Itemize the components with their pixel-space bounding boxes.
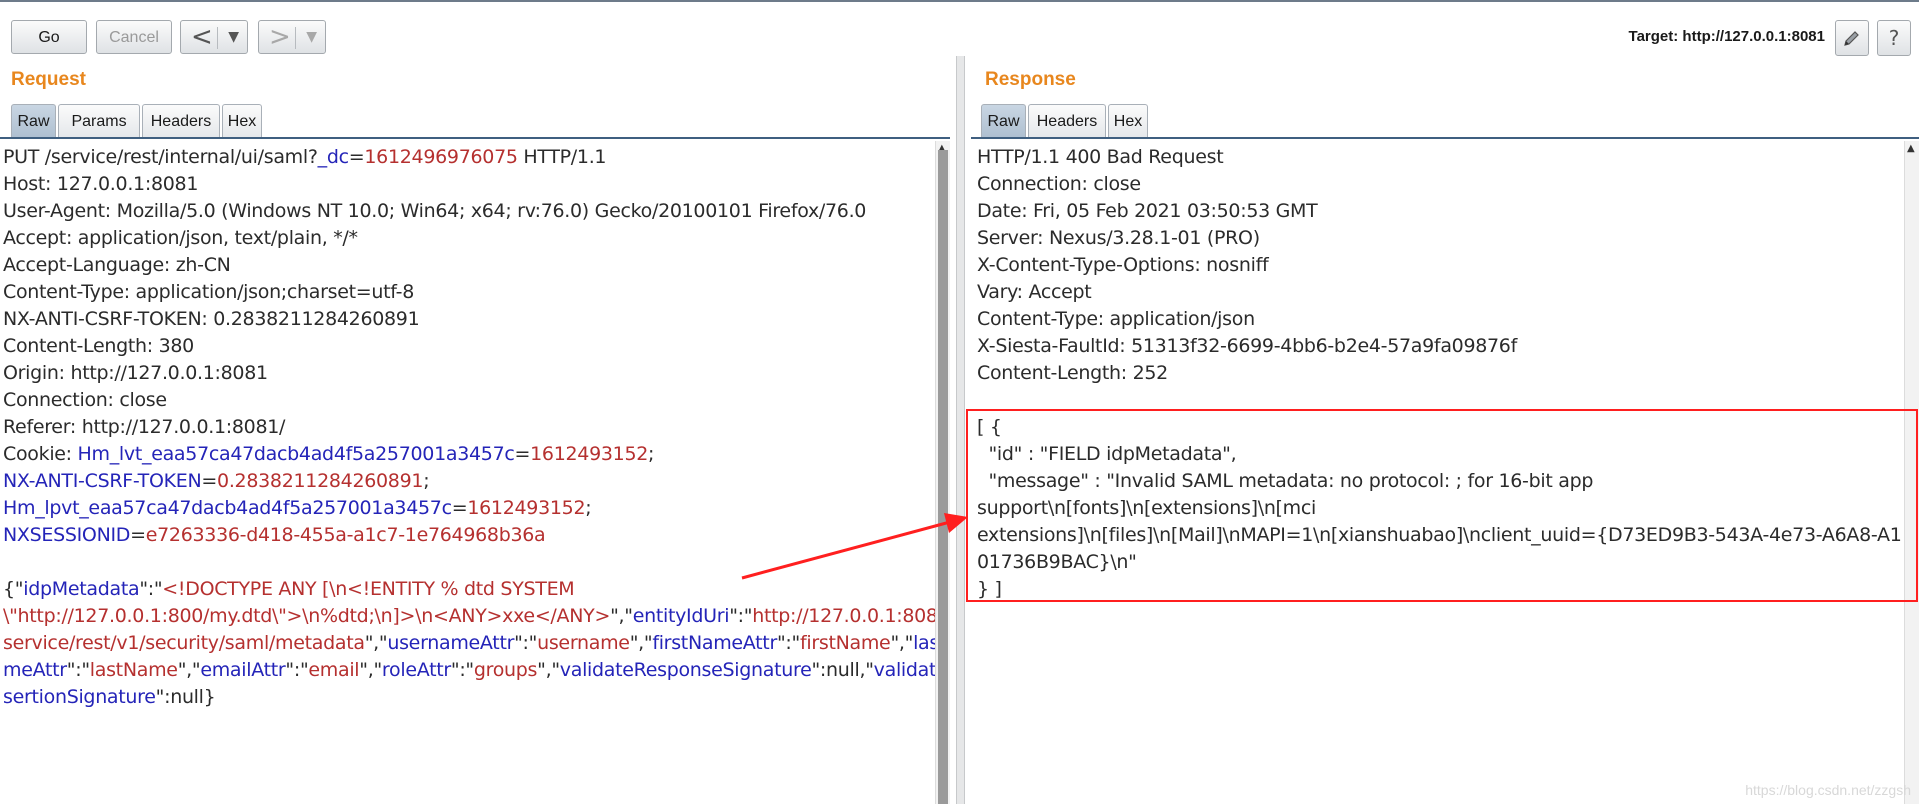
watermark: https://blog.csdn.net/zzgsh [1745,782,1911,798]
annotation-arrow [741,513,968,580]
